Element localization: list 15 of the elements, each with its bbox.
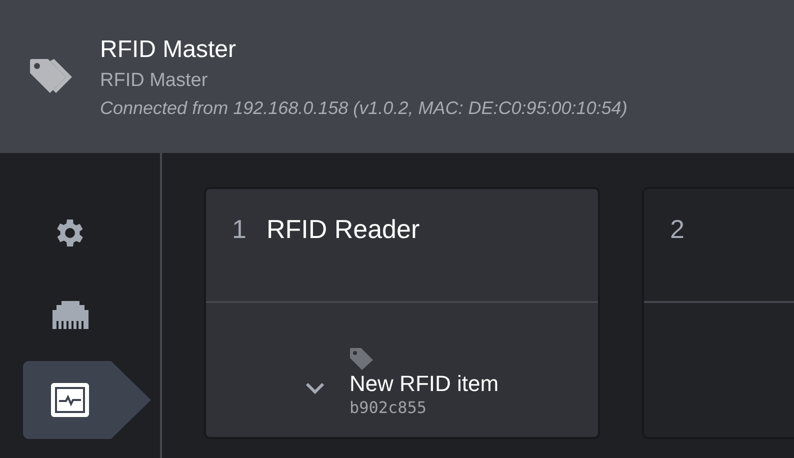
device-title: RFID Master [100, 34, 238, 64]
slot-number: 1 [232, 213, 246, 246]
activity-monitor-icon [50, 382, 90, 418]
item-id: b902c855 [349, 397, 426, 419]
slot-number: 2 [670, 213, 684, 246]
connection-info: Connected from 192.168.0.158 (v1.0.2, MAC: DE:C0:95:00:10:54) [100, 96, 628, 120]
device-subtitle: RFID Master [100, 68, 209, 92]
item-name: New RFID item [349, 371, 499, 397]
tag-icon [349, 347, 376, 371]
reader-card[interactable]: 1 RFID Reader New RFID item b902c855 [204, 187, 600, 439]
reader-card[interactable]: 2 [642, 187, 794, 439]
reader-title: RFID Reader [266, 213, 420, 246]
chevron-down-icon[interactable] [305, 382, 326, 394]
ethernet-port-icon [52, 301, 88, 329]
sidebar-item[interactable] [23, 361, 151, 439]
